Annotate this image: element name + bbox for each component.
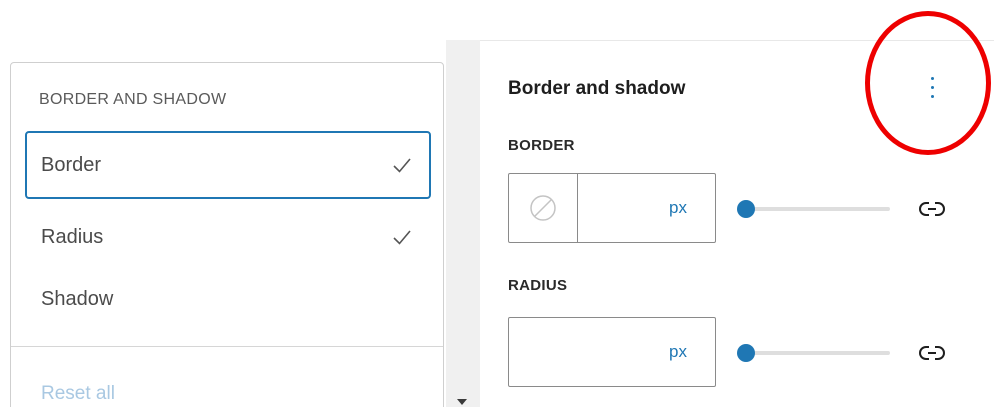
scrollbar[interactable] (446, 40, 480, 407)
border-and-shadow-dropdown-menu: BORDER AND SHADOW Border Radius Shadow R… (10, 62, 444, 407)
radius-control: px (508, 317, 716, 387)
unlink-corners-button[interactable] (916, 337, 948, 369)
menu-item-label: Radius (41, 225, 104, 248)
no-color-swatch-icon (530, 195, 556, 221)
border-width-input[interactable]: px (578, 174, 715, 242)
reset-all-button[interactable]: Reset all (41, 383, 115, 405)
options-button[interactable] (916, 67, 948, 107)
menu-item-radius[interactable]: Radius (25, 203, 431, 271)
checkmark-icon (393, 158, 411, 173)
menu-divider (11, 346, 443, 347)
link-icon (919, 202, 945, 216)
radius-label: RADIUS (508, 277, 568, 294)
border-and-shadow-panel: Border and shadow BORDER px RADIUS px (480, 11, 994, 407)
border-width-slider[interactable] (737, 199, 890, 219)
dropdown-heading: BORDER AND SHADOW (39, 91, 227, 108)
scroll-down-arrow-icon[interactable] (457, 399, 467, 405)
app-root: BORDER AND SHADOW Border Radius Shadow R… (0, 0, 994, 407)
menu-item-border[interactable]: Border (25, 131, 431, 199)
border-color-swatch[interactable] (509, 174, 578, 242)
vertical-ellipsis-icon (930, 76, 934, 98)
panel-title: Border and shadow (508, 78, 686, 99)
menu-item-label: Shadow (41, 287, 114, 310)
radius-input[interactable]: px (509, 318, 715, 386)
slider-track (738, 351, 890, 355)
checkmark-icon (393, 230, 411, 245)
menu-item-label: Border (41, 153, 102, 176)
border-label: BORDER (508, 137, 575, 154)
radius-slider[interactable] (737, 343, 890, 363)
unlink-sides-button[interactable] (916, 193, 948, 225)
slider-thumb[interactable] (737, 200, 755, 218)
link-icon (919, 346, 945, 360)
slider-track (738, 207, 890, 211)
slider-thumb[interactable] (737, 344, 755, 362)
menu-item-shadow[interactable]: Shadow (25, 265, 431, 333)
border-width-control: px (508, 173, 716, 243)
border-unit-select[interactable]: px (669, 198, 687, 218)
radius-unit-select[interactable]: px (669, 342, 687, 362)
